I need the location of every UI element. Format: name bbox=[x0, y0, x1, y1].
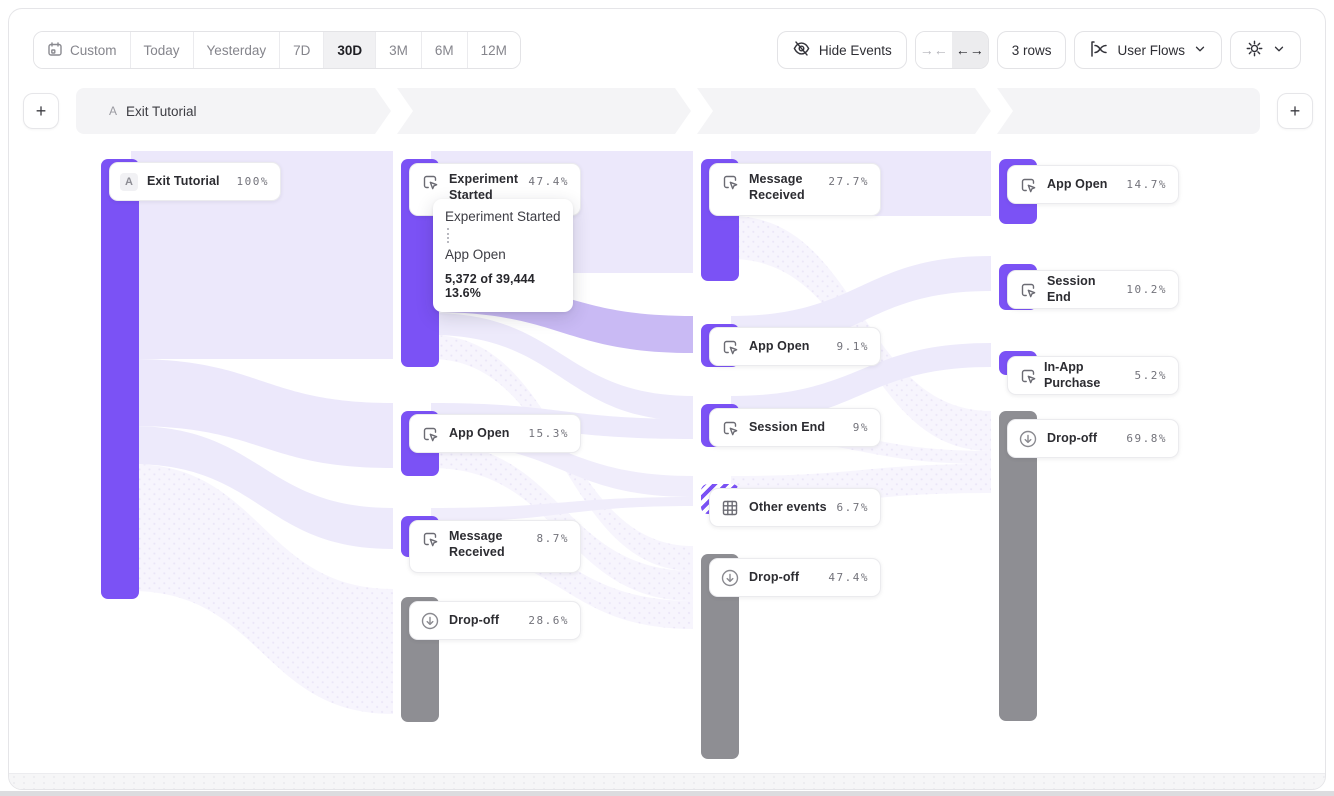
node-label: Other events bbox=[749, 500, 828, 516]
node-value: 14.7% bbox=[1126, 178, 1167, 191]
link-tooltip: Experiment Started App Open 5,372 of 39,… bbox=[433, 199, 573, 312]
node-value: 9% bbox=[853, 421, 869, 434]
sankey-links bbox=[9, 9, 1327, 789]
flow-bar-exit-tutorial[interactable] bbox=[101, 159, 139, 599]
node-value: 47.4% bbox=[528, 175, 569, 188]
flow-node-other-events-3[interactable]: Other events 6.7% bbox=[709, 488, 881, 527]
node-label: Exit Tutorial bbox=[147, 174, 228, 190]
node-label: App Open bbox=[1047, 177, 1117, 193]
tooltip-target-event: App Open bbox=[445, 247, 561, 262]
node-value: 10.2% bbox=[1126, 283, 1167, 296]
tooltip-stat: 5,372 of 39,444 13.6% bbox=[445, 272, 561, 300]
drop-off-icon bbox=[1018, 429, 1038, 449]
start-step-title: A Exit Tutorial bbox=[109, 88, 197, 134]
node-label: Message Received bbox=[749, 172, 819, 203]
node-value: 5.2% bbox=[1135, 369, 1168, 382]
node-value: 6.7% bbox=[837, 501, 870, 514]
flow-node-session-end-3[interactable]: Session End 9% bbox=[709, 408, 881, 447]
event-icon bbox=[1018, 366, 1038, 386]
window-bottom-edge bbox=[0, 791, 1334, 796]
node-value: 9.1% bbox=[837, 340, 870, 353]
user-flows-app: Custom Today Yesterday 7D 30D 3M 6M 12M … bbox=[0, 0, 1334, 796]
drop-off-icon bbox=[720, 568, 740, 588]
step-a-badge: A bbox=[120, 173, 138, 191]
node-label: App Open bbox=[749, 339, 828, 355]
node-value: 8.7% bbox=[537, 532, 570, 545]
node-label: In-App Purchase bbox=[1044, 360, 1129, 391]
chart-panel: Custom Today Yesterday 7D 30D 3M 6M 12M … bbox=[8, 8, 1326, 790]
node-label: Message Received bbox=[449, 529, 528, 560]
tooltip-source-event: Experiment Started bbox=[445, 209, 561, 224]
node-value: 27.7% bbox=[828, 175, 869, 188]
flow-node-drop-off-4[interactable]: Drop-off 69.8% bbox=[1007, 419, 1179, 458]
flow-node-app-open-2[interactable]: App Open 15.3% bbox=[409, 414, 581, 453]
event-icon bbox=[720, 172, 740, 192]
node-value: 100% bbox=[237, 175, 270, 188]
event-icon bbox=[1018, 175, 1038, 195]
node-label: App Open bbox=[449, 426, 519, 442]
flow-node-exit-tutorial[interactable]: A Exit Tutorial 100% bbox=[109, 162, 281, 201]
node-value: 15.3% bbox=[528, 427, 569, 440]
event-icon bbox=[720, 418, 740, 438]
flow-node-session-end-4[interactable]: Session End 10.2% bbox=[1007, 270, 1179, 309]
event-icon bbox=[720, 337, 740, 357]
grid-icon bbox=[720, 498, 740, 518]
event-icon bbox=[420, 424, 440, 444]
event-icon bbox=[420, 172, 440, 192]
node-label: Session End bbox=[1047, 274, 1117, 305]
node-label: Session End bbox=[749, 420, 844, 436]
step-title-text: Exit Tutorial bbox=[126, 104, 197, 119]
flow-node-message-received-3[interactable]: Message Received 27.7% bbox=[709, 163, 881, 216]
node-value: 69.8% bbox=[1126, 432, 1167, 445]
node-label: Drop-off bbox=[1047, 431, 1117, 447]
flow-node-app-open-3[interactable]: App Open 9.1% bbox=[709, 327, 881, 366]
node-label: Drop-off bbox=[749, 570, 819, 586]
event-icon bbox=[1018, 280, 1038, 300]
flow-node-drop-off-2[interactable]: Drop-off 28.6% bbox=[409, 601, 581, 640]
node-value: 28.6% bbox=[528, 614, 569, 627]
flow-node-app-open-4[interactable]: App Open 14.7% bbox=[1007, 165, 1179, 204]
tooltip-connector bbox=[447, 228, 449, 243]
step-badge: A bbox=[109, 104, 117, 118]
flow-node-message-received-2[interactable]: Message Received 8.7% bbox=[409, 520, 581, 573]
flow-node-drop-off-3[interactable]: Drop-off 47.4% bbox=[709, 558, 881, 597]
flow-node-in-app-purchase-4[interactable]: In-App Purchase 5.2% bbox=[1007, 356, 1179, 395]
event-icon bbox=[420, 529, 440, 549]
node-label: Drop-off bbox=[449, 613, 519, 629]
node-value: 47.4% bbox=[828, 571, 869, 584]
drop-off-icon bbox=[420, 611, 440, 631]
